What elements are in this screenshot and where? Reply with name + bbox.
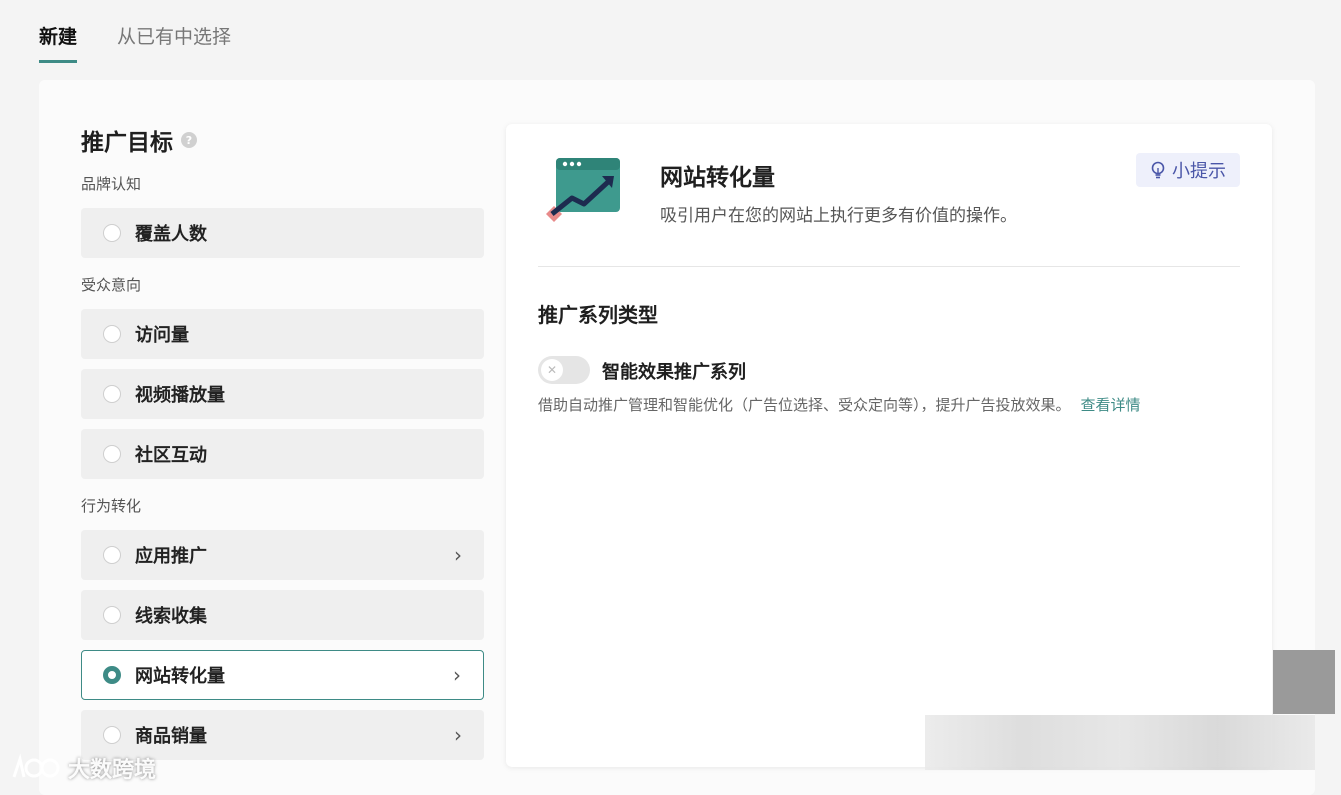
main-panel: 推广目标 ? 品牌认知 覆盖人数 受众意向 访问量 视频播放量 社区互动 行为转…: [39, 80, 1315, 795]
option-video-views[interactable]: 视频播放量: [81, 369, 484, 419]
section-title: 推广系列类型: [538, 303, 658, 327]
radio-icon[interactable]: [103, 726, 121, 744]
tab-bar: 新建 从已有中选择: [39, 22, 231, 63]
blurred-region: [925, 715, 1315, 770]
watermark-logo-icon: [12, 753, 60, 778]
radio-icon[interactable]: [103, 606, 121, 624]
chevron-right-icon: ›: [453, 663, 461, 687]
divider: [538, 266, 1240, 267]
radio-icon[interactable]: [103, 445, 121, 463]
group-label: 受众意向: [81, 276, 142, 294]
lightbulb-icon: [1151, 161, 1165, 179]
tab-new[interactable]: 新建: [39, 22, 78, 63]
chevron-right-icon: ›: [454, 723, 462, 747]
goal-description: 吸引用户在您的网站上执行更多有价值的操作。: [660, 206, 1017, 226]
objective-title: 推广目标 ?: [81, 122, 484, 158]
view-details-link[interactable]: 查看详情: [1081, 396, 1141, 414]
option-traffic[interactable]: 访问量: [81, 309, 484, 359]
help-icon[interactable]: ?: [181, 132, 197, 148]
radio-icon[interactable]: [103, 385, 121, 403]
tip-button[interactable]: 小提示: [1136, 153, 1240, 187]
group-label: 行为转化: [81, 497, 142, 515]
group-label: 品牌认知: [81, 175, 142, 193]
website-conversion-icon: [546, 158, 620, 222]
option-reach[interactable]: 覆盖人数: [81, 208, 484, 258]
option-website-conversions[interactable]: 网站转化量 ›: [81, 650, 484, 700]
option-community-interaction[interactable]: 社区互动: [81, 429, 484, 479]
radio-icon[interactable]: [103, 325, 121, 343]
watermark: 大数跨境: [10, 752, 156, 784]
goal-title: 网站转化量: [660, 165, 775, 191]
objective-detail-card: 网站转化量 吸引用户在您的网站上执行更多有价值的操作。 小提示 推广系列类型 ✕…: [506, 124, 1272, 767]
radio-icon[interactable]: [103, 224, 121, 242]
blurred-region: [1273, 650, 1335, 714]
close-icon: ✕: [541, 359, 563, 381]
tab-select-existing[interactable]: 从已有中选择: [117, 22, 231, 63]
toggle-description: 借助自动推广管理和智能优化（广告位选择、受众定向等），提升广告投放效果。 查看详情: [538, 396, 1141, 414]
toggle-label: 智能效果推广系列: [602, 362, 746, 383]
objective-list: 推广目标 ? 品牌认知 覆盖人数 受众意向 访问量 视频播放量 社区互动 行为转…: [81, 122, 484, 770]
radio-icon[interactable]: [103, 546, 121, 564]
option-app-promotion[interactable]: 应用推广 ›: [81, 530, 484, 580]
chevron-right-icon: ›: [454, 543, 462, 567]
option-lead-generation[interactable]: 线索收集: [81, 590, 484, 640]
smart-campaign-toggle[interactable]: ✕: [538, 356, 590, 384]
radio-selected-icon[interactable]: [103, 666, 121, 684]
